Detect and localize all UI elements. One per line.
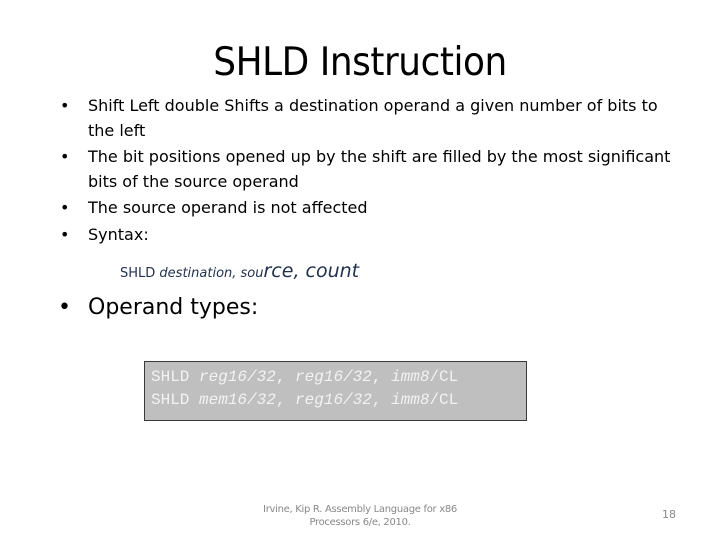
operand-types-bullet: • Operand types: xyxy=(58,295,258,320)
code-separator: , xyxy=(275,368,296,386)
syntax-args-small: destination, sou xyxy=(159,266,264,281)
bullet-list: • Shift Left double Shifts a destination… xyxy=(58,94,678,249)
code-operand: reg16/32 xyxy=(295,391,372,409)
code-operand: reg16/32 xyxy=(295,368,372,386)
bullet-text: Syntax: xyxy=(88,224,149,244)
code-mnemonic: SHLD xyxy=(151,368,200,386)
code-operand: mem16/32 xyxy=(199,391,276,409)
syntax-line: SHLD destination, source, count xyxy=(120,260,359,282)
bullet-text: The bit positions opened up by the shift… xyxy=(88,147,671,191)
citation-line: Irvine, Kip R. Assembly Language for x86 xyxy=(263,504,457,515)
code-line: SHLD reg16/32, reg16/32, imm8/CL xyxy=(151,366,526,389)
slide-title: SHLD Instruction xyxy=(213,40,507,85)
bullet-icon: • xyxy=(60,96,70,115)
syntax-mnemonic: SHLD xyxy=(120,266,160,281)
code-mnemonic: SHLD xyxy=(151,391,200,409)
bullet-item: • The bit positions opened up by the shi… xyxy=(58,145,678,194)
bullet-icon: • xyxy=(60,198,70,217)
code-box: SHLD reg16/32, reg16/32, imm8/CL SHLD me… xyxy=(144,361,527,421)
bullet-icon: • xyxy=(60,224,70,244)
code-register: /CL xyxy=(429,368,459,386)
citation-line: Processors 6/e, 2010. xyxy=(309,517,411,528)
code-operand: imm8 xyxy=(391,391,430,409)
bullet-item: • The source operand is not affected xyxy=(58,196,678,221)
bullet-item: • Shift Left double Shifts a destination… xyxy=(58,94,678,143)
bullet-icon: • xyxy=(58,295,71,320)
bullet-text: The source operand is not affected xyxy=(88,198,368,217)
bullet-text: Shift Left double Shifts a destination o… xyxy=(88,96,658,140)
code-operand: reg16/32 xyxy=(199,368,276,386)
code-separator: , xyxy=(275,391,296,409)
operand-types-heading: Operand types: xyxy=(88,295,259,320)
code-operand: imm8 xyxy=(391,368,430,386)
footer-citation: Irvine, Kip R. Assembly Language for x86… xyxy=(240,503,480,529)
syntax-args-large: rce, count xyxy=(263,260,360,282)
code-separator: , xyxy=(371,368,392,386)
bullet-item: • Syntax: xyxy=(58,223,678,248)
bullet-icon: • xyxy=(60,147,70,166)
code-separator: , xyxy=(371,391,392,409)
code-line: SHLD mem16/32, reg16/32, imm8/CL xyxy=(151,389,526,412)
code-register: /CL xyxy=(429,391,459,409)
page-number: 18 xyxy=(662,508,676,521)
